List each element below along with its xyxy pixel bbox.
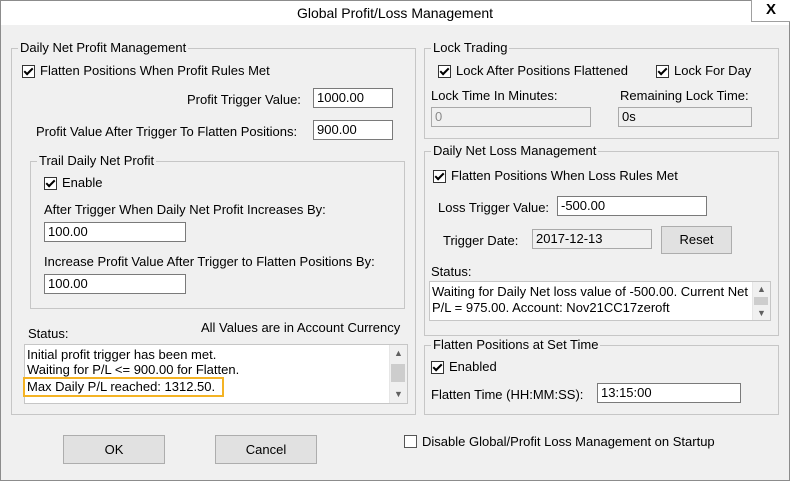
loss-group-legend: Daily Net Loss Management — [431, 143, 599, 158]
profit-status-line: Waiting for P/L <= 900.00 for Flatten. — [27, 362, 240, 377]
trail-increase2-input[interactable]: 100.00 — [44, 274, 186, 294]
scroll-down-icon[interactable]: ▼ — [390, 386, 407, 403]
cancel-button[interactable]: Cancel — [215, 435, 317, 464]
currency-note: All Values are in Account Currency — [201, 320, 401, 335]
loss-status-scrollbar[interactable]: ▲ ▼ — [752, 282, 770, 320]
loss-trigger-input[interactable]: -500.00 — [557, 196, 707, 216]
remaining-lock-input: 0s — [618, 107, 752, 127]
loss-status-line: Waiting for Daily Net loss value of -500… — [432, 284, 748, 299]
profit-trigger-label: Profit Trigger Value: — [187, 92, 301, 107]
flatten-profit-label[interactable]: Flatten Positions When Profit Rules Met — [40, 63, 270, 78]
flatten-time-label: Flatten Time (HH:MM:SS): — [431, 387, 584, 402]
profit-after-label: Profit Value After Trigger To Flatten Po… — [36, 124, 298, 139]
loss-trigger-label: Loss Trigger Value: — [438, 200, 550, 215]
scroll-thumb[interactable] — [391, 364, 405, 382]
settime-group: Flatten Positions at Set Time — [424, 337, 779, 415]
close-icon: X — [765, 1, 776, 18]
settime-group-legend: Flatten Positions at Set Time — [431, 337, 601, 352]
scroll-thumb[interactable] — [754, 297, 768, 305]
lock-minutes-input[interactable]: 0 — [431, 107, 591, 127]
profit-trigger-input[interactable]: 1000.00 — [313, 88, 393, 108]
trail-increase-label: After Trigger When Daily Net Profit Incr… — [44, 202, 326, 217]
loss-status-line: P/L = 975.00. Account: Nov21CC17zeroft — [432, 300, 670, 315]
lock-minutes-label: Lock Time In Minutes: — [431, 88, 558, 103]
ok-button[interactable]: OK — [63, 435, 165, 464]
trigger-date-input: 2017-12-13 — [532, 229, 652, 249]
reset-button[interactable]: Reset — [661, 226, 732, 254]
profit-status-label: Status: — [28, 326, 69, 341]
lock-for-day-label[interactable]: Lock For Day — [674, 63, 751, 78]
loss-status-label: Status: — [431, 264, 472, 279]
loss-status-box[interactable]: Waiting for Daily Net loss value of -500… — [429, 281, 771, 321]
scroll-up-icon[interactable]: ▲ — [753, 282, 770, 296]
trigger-date-label: Trigger Date: — [443, 233, 519, 248]
settime-enabled-checkbox[interactable] — [431, 361, 444, 374]
disable-startup-checkbox[interactable] — [404, 435, 417, 448]
trail-increase-input[interactable]: 100.00 — [44, 222, 186, 242]
lock-group-legend: Lock Trading — [431, 40, 510, 55]
window-title: Global Profit/Loss Management — [296, 5, 494, 21]
remaining-lock-label: Remaining Lock Time: — [620, 88, 749, 103]
title-bar: Global Profit/Loss Management X — [1, 0, 790, 25]
trail-enable-checkbox[interactable] — [44, 177, 57, 190]
flatten-loss-label[interactable]: Flatten Positions When Loss Rules Met — [451, 168, 678, 183]
settime-enabled-label[interactable]: Enabled — [449, 359, 497, 374]
profit-status-scrollbar[interactable]: ▲ ▼ — [389, 345, 407, 403]
trail-increase2-label: Increase Profit Value After Trigger to F… — [44, 254, 375, 269]
dialog-window: Global Profit/Loss Management X Daily Ne… — [0, 0, 790, 481]
flatten-profit-checkbox[interactable] — [22, 65, 35, 78]
scroll-down-icon[interactable]: ▼ — [753, 306, 770, 320]
close-button[interactable]: X — [751, 0, 790, 22]
disable-startup-label[interactable]: Disable Global/Profit Loss Management on… — [422, 434, 715, 449]
trail-group-legend: Trail Daily Net Profit — [37, 153, 157, 168]
lock-for-day-checkbox[interactable] — [656, 65, 669, 78]
profit-status-line: Initial profit trigger has been met. — [27, 347, 217, 362]
trail-enable-label[interactable]: Enable — [62, 175, 102, 190]
lock-after-flatten-label[interactable]: Lock After Positions Flattened — [456, 63, 628, 78]
lock-after-flatten-checkbox[interactable] — [438, 65, 451, 78]
flatten-time-input[interactable]: 13:15:00 — [597, 383, 741, 403]
scroll-up-icon[interactable]: ▲ — [390, 345, 407, 362]
profit-after-input[interactable]: 900.00 — [313, 120, 393, 140]
flatten-loss-checkbox[interactable] — [433, 170, 446, 183]
profit-group-legend: Daily Net Profit Management — [18, 40, 189, 55]
max-pl-highlight — [23, 377, 224, 397]
